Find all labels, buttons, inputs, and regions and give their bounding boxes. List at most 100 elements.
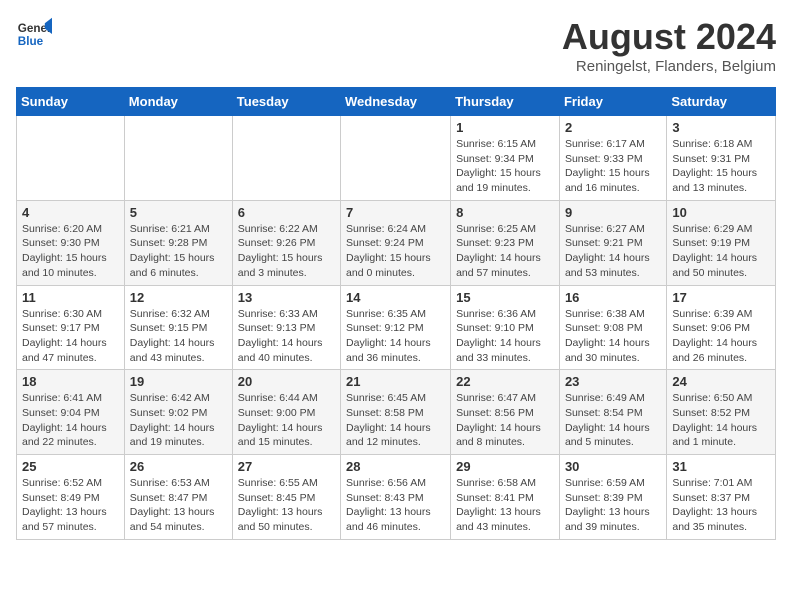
- day-cell: [17, 116, 125, 201]
- day-number: 26: [130, 459, 227, 474]
- day-cell: [232, 116, 340, 201]
- day-number: 13: [238, 290, 335, 305]
- week-row-2: 4 Sunrise: 6:20 AM Sunset: 9:30 PM Daylig…: [17, 200, 776, 285]
- day-number: 22: [456, 374, 554, 389]
- day-cell: 5 Sunrise: 6:21 AM Sunset: 9:28 PM Daylig…: [124, 200, 232, 285]
- day-detail: Sunrise: 6:50 AM Sunset: 8:52 PM Dayligh…: [672, 391, 770, 450]
- week-row-5: 25 Sunrise: 6:52 AM Sunset: 8:49 PM Dayli…: [17, 455, 776, 540]
- day-cell: 2 Sunrise: 6:17 AM Sunset: 9:33 PM Daylig…: [559, 116, 666, 201]
- day-cell: 23Sunrise: 6:49 AM Sunset: 8:54 PM Dayli…: [559, 370, 666, 455]
- day-cell: 31 Sunrise: 7:01 AM Sunset: 8:37 PM Dayli…: [667, 455, 776, 540]
- day-detail: Sunrise: 6:25 AM Sunset: 9:23 PM Dayligh…: [456, 222, 554, 281]
- day-cell: 19 Sunrise: 6:42 AM Sunset: 9:02 PM Dayli…: [124, 370, 232, 455]
- day-detail: Sunrise: 6:42 AM Sunset: 9:02 PM Dayligh…: [130, 391, 227, 450]
- day-detail: Sunrise: 6:20 AM Sunset: 9:30 PM Dayligh…: [22, 222, 119, 281]
- header-day-sunday: Sunday: [17, 88, 125, 116]
- calendar-subtitle: Reningelst, Flanders, Belgium: [562, 58, 776, 75]
- day-detail: Sunrise: 6:47 AM Sunset: 8:56 PM Dayligh…: [456, 391, 554, 450]
- day-detail: Sunrise: 6:29 AM Sunset: 9:19 PM Dayligh…: [672, 222, 770, 281]
- day-number: 30: [565, 459, 661, 474]
- day-cell: 30 Sunrise: 6:59 AM Sunset: 8:39 PM Dayli…: [559, 455, 666, 540]
- day-cell: 10 Sunrise: 6:29 AM Sunset: 9:19 PM Dayli…: [667, 200, 776, 285]
- day-cell: 3Sunrise: 6:18 AM Sunset: 9:31 PM Daylig…: [667, 116, 776, 201]
- week-row-3: 11 Sunrise: 6:30 AM Sunset: 9:17 PM Dayli…: [17, 285, 776, 370]
- day-number: 17: [672, 290, 770, 305]
- header-day-saturday: Saturday: [667, 88, 776, 116]
- header-day-monday: Monday: [124, 88, 232, 116]
- title-area: August 2024 Reningelst, Flanders, Belgiu…: [562, 16, 776, 75]
- day-number: 10: [672, 205, 770, 220]
- day-detail: Sunrise: 6:36 AM Sunset: 9:10 PM Dayligh…: [456, 307, 554, 366]
- header-day-thursday: Thursday: [451, 88, 560, 116]
- calendar-table: SundayMondayTuesdayWednesdayThursdayFrid…: [16, 87, 776, 540]
- week-row-4: 18 Sunrise: 6:41 AM Sunset: 9:04 PM Dayli…: [17, 370, 776, 455]
- day-number: 5: [130, 205, 227, 220]
- day-number: 23: [565, 374, 661, 389]
- day-number: 29: [456, 459, 554, 474]
- header-day-tuesday: Tuesday: [232, 88, 340, 116]
- calendar-title: August 2024: [562, 16, 776, 58]
- day-cell: 22 Sunrise: 6:47 AM Sunset: 8:56 PM Dayli…: [451, 370, 560, 455]
- day-cell: 9 Sunrise: 6:27 AM Sunset: 9:21 PM Daylig…: [559, 200, 666, 285]
- day-number: 31: [672, 459, 770, 474]
- day-number: 27: [238, 459, 335, 474]
- day-detail: Sunrise: 6:17 AM Sunset: 9:33 PM Dayligh…: [565, 137, 661, 196]
- day-number: 1: [456, 120, 554, 135]
- day-number: 8: [456, 205, 554, 220]
- day-cell: 24 Sunrise: 6:50 AM Sunset: 8:52 PM Dayli…: [667, 370, 776, 455]
- day-number: 11: [22, 290, 119, 305]
- day-detail: Sunrise: 6:15 AM Sunset: 9:34 PM Dayligh…: [456, 137, 554, 196]
- day-number: 6: [238, 205, 335, 220]
- day-cell: 18 Sunrise: 6:41 AM Sunset: 9:04 PM Dayli…: [17, 370, 125, 455]
- day-cell: 28Sunrise: 6:56 AM Sunset: 8:43 PM Dayli…: [341, 455, 451, 540]
- day-detail: Sunrise: 6:58 AM Sunset: 8:41 PM Dayligh…: [456, 476, 554, 535]
- week-row-1: 1 Sunrise: 6:15 AM Sunset: 9:34 PM Daylig…: [17, 116, 776, 201]
- logo-icon: General Blue: [16, 16, 52, 52]
- day-detail: Sunrise: 6:35 AM Sunset: 9:12 PM Dayligh…: [346, 307, 445, 366]
- day-detail: Sunrise: 6:27 AM Sunset: 9:21 PM Dayligh…: [565, 222, 661, 281]
- day-detail: Sunrise: 6:45 AM Sunset: 8:58 PM Dayligh…: [346, 391, 445, 450]
- day-number: 4: [22, 205, 119, 220]
- day-cell: 29 Sunrise: 6:58 AM Sunset: 8:41 PM Dayli…: [451, 455, 560, 540]
- day-cell: 13Sunrise: 6:33 AM Sunset: 9:13 PM Dayli…: [232, 285, 340, 370]
- day-detail: Sunrise: 6:39 AM Sunset: 9:06 PM Dayligh…: [672, 307, 770, 366]
- day-cell: 20 Sunrise: 6:44 AM Sunset: 9:00 PM Dayli…: [232, 370, 340, 455]
- day-detail: Sunrise: 6:41 AM Sunset: 9:04 PM Dayligh…: [22, 391, 119, 450]
- day-number: 2: [565, 120, 661, 135]
- day-detail: Sunrise: 6:38 AM Sunset: 9:08 PM Dayligh…: [565, 307, 661, 366]
- day-number: 20: [238, 374, 335, 389]
- day-cell: 4 Sunrise: 6:20 AM Sunset: 9:30 PM Daylig…: [17, 200, 125, 285]
- day-number: 15: [456, 290, 554, 305]
- day-number: 24: [672, 374, 770, 389]
- day-detail: Sunrise: 6:53 AM Sunset: 8:47 PM Dayligh…: [130, 476, 227, 535]
- day-detail: Sunrise: 7:01 AM Sunset: 8:37 PM Dayligh…: [672, 476, 770, 535]
- day-number: 21: [346, 374, 445, 389]
- day-number: 7: [346, 205, 445, 220]
- day-number: 9: [565, 205, 661, 220]
- day-detail: Sunrise: 6:59 AM Sunset: 8:39 PM Dayligh…: [565, 476, 661, 535]
- day-number: 18: [22, 374, 119, 389]
- day-cell: 11 Sunrise: 6:30 AM Sunset: 9:17 PM Dayli…: [17, 285, 125, 370]
- day-detail: Sunrise: 6:52 AM Sunset: 8:49 PM Dayligh…: [22, 476, 119, 535]
- day-number: 25: [22, 459, 119, 474]
- day-detail: Sunrise: 6:30 AM Sunset: 9:17 PM Dayligh…: [22, 307, 119, 366]
- day-cell: 27Sunrise: 6:55 AM Sunset: 8:45 PM Dayli…: [232, 455, 340, 540]
- header-row: SundayMondayTuesdayWednesdayThursdayFrid…: [17, 88, 776, 116]
- day-number: 12: [130, 290, 227, 305]
- day-number: 19: [130, 374, 227, 389]
- day-cell: 21 Sunrise: 6:45 AM Sunset: 8:58 PM Dayli…: [341, 370, 451, 455]
- header-day-wednesday: Wednesday: [341, 88, 451, 116]
- svg-text:Blue: Blue: [18, 35, 44, 48]
- day-cell: 12Sunrise: 6:32 AM Sunset: 9:15 PM Dayli…: [124, 285, 232, 370]
- day-detail: Sunrise: 6:18 AM Sunset: 9:31 PM Dayligh…: [672, 137, 770, 196]
- day-cell: 15 Sunrise: 6:36 AM Sunset: 9:10 PM Dayli…: [451, 285, 560, 370]
- day-cell: 14Sunrise: 6:35 AM Sunset: 9:12 PM Dayli…: [341, 285, 451, 370]
- day-cell: 25 Sunrise: 6:52 AM Sunset: 8:49 PM Dayli…: [17, 455, 125, 540]
- header: General Blue August 2024 Reningelst, Fla…: [16, 16, 776, 75]
- day-detail: Sunrise: 6:44 AM Sunset: 9:00 PM Dayligh…: [238, 391, 335, 450]
- header-day-friday: Friday: [559, 88, 666, 116]
- day-detail: Sunrise: 6:21 AM Sunset: 9:28 PM Dayligh…: [130, 222, 227, 281]
- day-cell: 6Sunrise: 6:22 AM Sunset: 9:26 PM Daylig…: [232, 200, 340, 285]
- day-cell: [341, 116, 451, 201]
- day-cell: 17 Sunrise: 6:39 AM Sunset: 9:06 PM Dayli…: [667, 285, 776, 370]
